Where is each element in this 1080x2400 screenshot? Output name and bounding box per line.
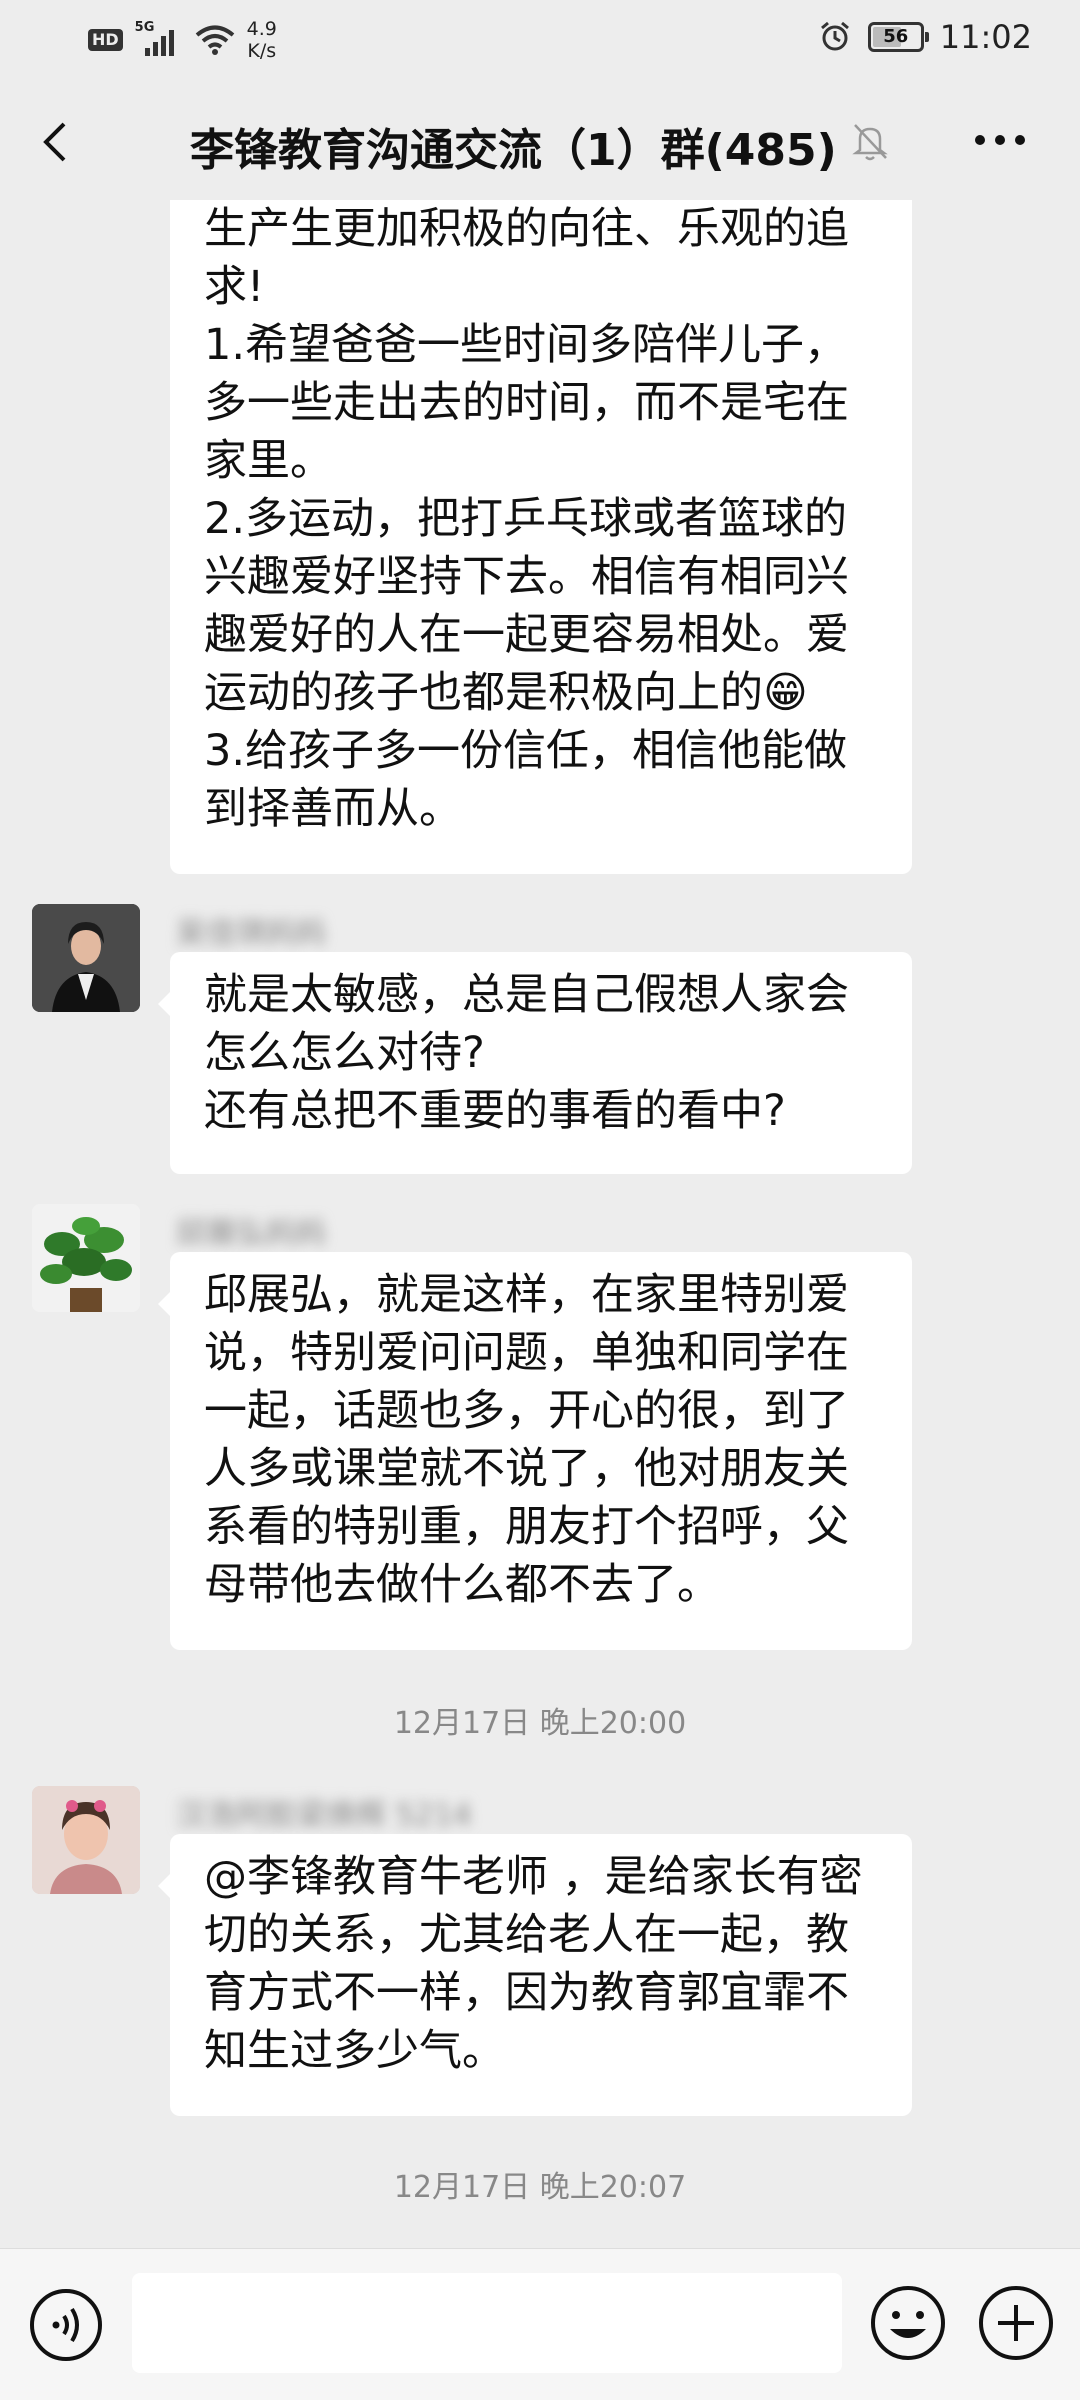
- sender-name: 汉浩阿胶梁焕辉 5214: [176, 1798, 472, 1833]
- wifi-icon: [195, 24, 235, 56]
- group-title: 李锋教育沟通交流（1）群(485): [190, 125, 837, 176]
- back-arrow-icon[interactable]: [36, 120, 76, 164]
- mute-bell-icon: [850, 120, 890, 164]
- battery-level: 56: [883, 26, 909, 47]
- message-bubble[interactable]: @李锋教育牛老师 ，是给家长有密切的关系，尤其给老人在一起，教育方式不一样，因为…: [158, 1834, 912, 2116]
- alarm-icon: [818, 20, 852, 54]
- message-list[interactable]: 生产生更加积极的向往、乐观的追求! 1.希望爸爸一些时间多陪伴儿子，多一些走出去…: [0, 200, 1080, 2248]
- status-bar: HD 5G 4.9 K/s 56 11:02: [0, 0, 1080, 80]
- message-input[interactable]: [132, 2273, 842, 2373]
- network-speed: 4.9 K/s: [247, 18, 277, 62]
- chat-header: 李锋教育沟通交流（1）群(485): [0, 80, 1080, 200]
- signal-icon: 5G: [135, 20, 183, 58]
- speed-unit: K/s: [247, 40, 277, 62]
- message-timestamp: 12月17日 晚上20:00: [393, 1706, 687, 1741]
- emoji-icon[interactable]: [868, 2283, 948, 2363]
- message-bubble[interactable]: 生产生更加积极的向往、乐观的追求! 1.希望爸爸一些时间多陪伴儿子，多一些走出去…: [170, 200, 912, 874]
- sender-name: 吴佳琪妈妈: [176, 916, 326, 951]
- add-more-icon[interactable]: [976, 2283, 1056, 2363]
- input-bar: [0, 2248, 1080, 2400]
- chat-screen: HD 5G 4.9 K/s 56 11:02 李锋教育沟通交流（1）群(485)…: [0, 0, 1080, 2400]
- speed-value: 4.9: [246, 18, 277, 40]
- status-time: 11:02: [939, 18, 1032, 56]
- status-left: HD 5G 4.9 K/s: [88, 18, 277, 62]
- battery-icon: 56: [867, 22, 929, 52]
- avatar[interactable]: [32, 1204, 140, 1312]
- sender-name: 邱展弘妈妈: [176, 1216, 326, 1251]
- voice-input-icon[interactable]: [28, 2287, 104, 2363]
- avatar[interactable]: [32, 904, 140, 1012]
- avatar[interactable]: [32, 1786, 140, 1894]
- message-bubble[interactable]: 就是太敏感，总是自己假想人家会怎么怎么对待? 还有总把不重要的事看的看中?: [158, 952, 912, 1174]
- message-timestamp: 12月17日 晚上20:07: [393, 2170, 687, 2205]
- status-right: 56 11:02: [818, 18, 1032, 56]
- message-bubble[interactable]: 邱展弘，就是这样，在家里特别爱说，特别爱问问题，单独和同学在一起，话题也多，开心…: [158, 1252, 912, 1650]
- more-options-icon[interactable]: [972, 128, 1028, 152]
- hd-indicator: HD: [88, 29, 123, 51]
